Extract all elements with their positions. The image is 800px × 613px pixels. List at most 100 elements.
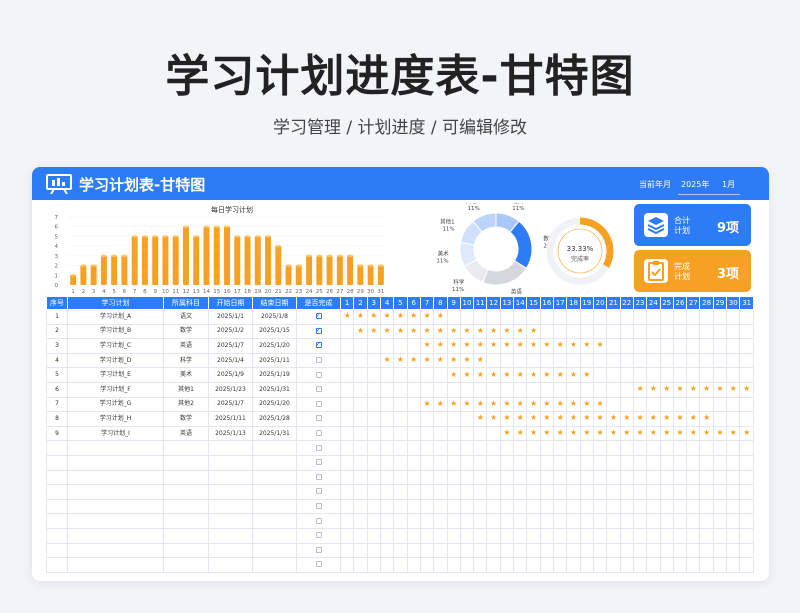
empty-cell [163,513,209,529]
star-icon: ★ [676,384,684,394]
star-icon: ★ [490,413,498,423]
day-cell [486,309,501,325]
cell-end-date: 2025/1/11 [252,352,297,369]
empty-cell [473,498,488,515]
day-cell [712,323,728,340]
empty-cell [699,513,714,529]
done-checkbox[interactable] [315,488,322,495]
day-cell [446,381,461,398]
cell-subject: 语文 [163,309,209,325]
bar [326,255,333,285]
star-icon: ★ [689,428,697,438]
done-checkbox[interactable] [315,561,322,568]
cell-plan[interactable]: 学习计划_G [67,396,164,413]
bar-cap [70,274,77,277]
day-cell: ★ [699,411,714,427]
cell-plan[interactable]: 学习计划_E [67,367,164,383]
bar [121,255,128,285]
empty-cell [339,513,355,529]
done-checkbox[interactable] [315,444,322,451]
y-tick-label: 4 [55,244,59,250]
done-checkbox[interactable] [315,325,322,336]
done-checkbox[interactable] [315,357,322,364]
empty-cell [379,498,395,515]
done-checkbox[interactable] [315,503,322,510]
card-title: 学习计划表-甘特图 [79,176,206,194]
done-checkbox[interactable] [315,430,322,437]
day-cell: ★ [539,396,555,413]
bar-cap [193,235,200,238]
bar-cap [326,254,333,258]
cell-plan[interactable]: 学习计划_C [67,338,164,354]
empty-cell [659,498,674,515]
day-cell: ★ [406,323,421,340]
empty-cell [366,527,381,544]
star-icon: ★ [410,311,418,321]
cell-plan[interactable]: 学习计划_D [67,352,164,369]
done-checkbox[interactable] [315,517,322,524]
done-checkbox[interactable] [315,532,322,539]
star-icon: ★ [583,398,591,408]
day-cell [632,338,648,354]
day-cell: ★ [406,309,421,325]
day-cell [579,323,594,340]
cell-end-date: 2025/1/20 [252,338,297,354]
cell-plan[interactable]: 学习计划_B [67,323,164,340]
cell-end-date: 2025/1/19 [252,367,297,383]
bar [141,236,148,285]
star-icon: ★ [543,428,551,438]
done-checkbox[interactable] [315,415,322,422]
done-checkbox[interactable] [315,473,322,480]
star-icon: ★ [636,428,644,438]
bar [152,236,159,285]
day-cell: ★ [606,411,621,427]
donut-slice [482,260,528,286]
month-selector[interactable]: 1月 [722,179,735,190]
empty-cell [606,527,621,544]
empty-cell [513,513,528,529]
done-checkbox[interactable] [315,371,322,378]
bar-cap [80,264,87,267]
empty-cell [163,527,209,544]
done-checkbox[interactable] [315,546,322,553]
empty-cell [606,484,621,500]
empty-cell [339,454,355,471]
done-checkbox[interactable] [315,340,322,350]
empty-cell [486,498,501,515]
day-cell: ★ [539,338,555,354]
day-cell: ★ [393,309,408,325]
clipboard-check-icon [644,259,668,283]
cell-start-date: 2025/1/7 [208,338,253,354]
empty-cell [699,498,714,515]
star-icon: ★ [410,325,418,335]
bar-cap [203,225,210,228]
empty-cell [379,440,395,456]
day-cell: ★ [579,396,594,413]
day-cell [366,425,381,442]
done-checkbox[interactable] [315,386,322,393]
done-checkbox[interactable] [315,459,322,466]
day-cell [739,323,754,340]
day-cell: ★ [486,411,501,427]
completion-rate-caption: 完成率 [571,255,589,263]
day-cell: ★ [433,338,448,354]
cell-plan[interactable]: 学习计划_F [67,381,164,398]
table-row-empty [46,513,754,529]
year-selector[interactable]: 2025年 [681,179,709,190]
day-cell [726,309,741,325]
empty-cell [513,557,528,573]
empty-cell [379,513,395,529]
donut-slice-name: 科学 [453,278,465,286]
day-cell [539,309,555,325]
empty-cell [646,469,661,486]
x-tick-label: 21 [275,289,282,295]
empty-cell [539,557,555,573]
empty-cell [726,513,741,529]
cell-plan[interactable]: 学习计划_A [67,309,164,325]
done-checkbox[interactable] [315,310,322,321]
day-cell: ★ [419,323,435,340]
day-cell [339,338,355,354]
cell-plan[interactable]: 学习计划_I [67,425,164,442]
cell-plan[interactable]: 学习计划_H [67,411,164,427]
done-checkbox[interactable] [315,400,322,407]
